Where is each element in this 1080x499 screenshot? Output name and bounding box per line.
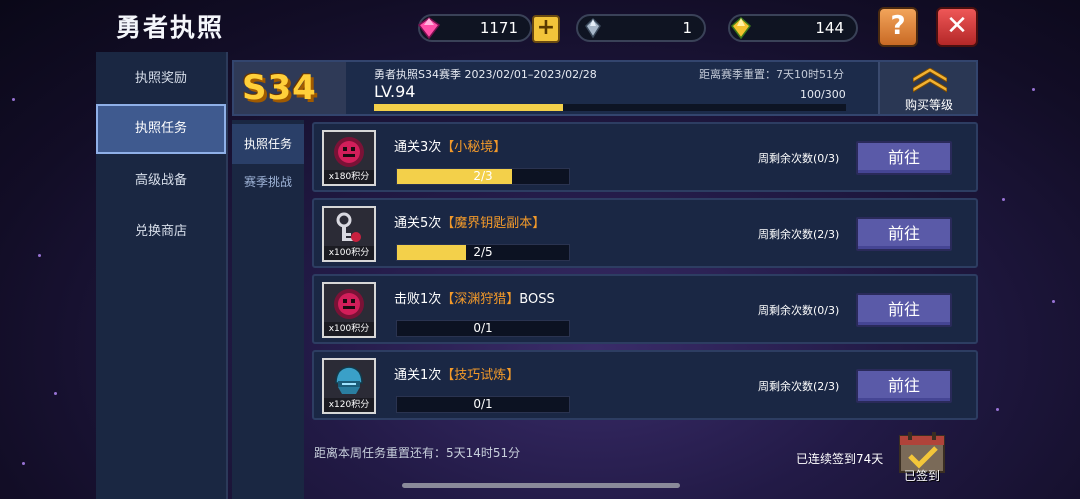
task-description: 通关5次【魔界钥匙副本】 [394,212,545,231]
gold-gem-icon [730,17,752,39]
star-decoration [996,408,999,411]
double-chevron-up-icon [913,68,947,93]
task-progress-bar: 2/3 [396,168,570,185]
sidebar: 执照奖励 执照任务 高级战备 兑换商店 [96,52,228,499]
task-action-text: 通关3次 [394,140,442,155]
task-progress-text: 0/1 [473,397,493,411]
task-progress-bar: 0/1 [396,396,570,413]
task-target-text: 【小秘境】 [441,140,507,155]
task-progress-bar: 2/5 [396,244,570,261]
star-decoration [1002,198,1005,201]
subtab-season-challenge[interactable]: 赛季挑战 [232,162,304,202]
key-icon [336,212,361,242]
star-decoration [1052,300,1055,303]
star-decoration [22,462,25,465]
task-action-text: 通关5次 [394,216,442,231]
buy-level-button[interactable]: 购买等级 [878,62,976,114]
task-action-text: 击败1次 [394,292,442,307]
task-action-text: 通关1次 [394,368,442,383]
task-row: x120积分 通关1次【技巧试炼】 0/1 周剩余次数(2/3) 前往 [312,350,978,420]
task-weekly-remaining: 周剩余次数(0/3) [758,152,840,165]
task-reward-icon: x100积分 [322,282,376,338]
home-indicator[interactable] [402,483,680,488]
task-points: x100积分 [324,246,374,260]
red-monster-icon [334,137,364,167]
star-decoration [1032,88,1035,91]
close-button[interactable]: ✕ [936,7,978,47]
star-decoration [38,254,41,257]
season-badge: S34 [234,62,346,114]
task-target-text: 【技巧试炼】 [441,368,520,383]
task-description: 通关1次【技巧试炼】 [394,364,519,383]
buy-level-label: 购买等级 [904,98,953,112]
checkin-button[interactable]: 已签到 [896,430,948,484]
page-title: 勇者执照 [116,13,225,42]
go-button[interactable]: 前往 [856,217,952,251]
red-monster-icon [334,289,364,319]
task-points: x180积分 [324,170,374,184]
crystal-count: 1 [682,19,692,37]
task-weekly-remaining: 周剩余次数(2/3) [758,380,840,393]
level-xp: 100/300 [800,88,846,101]
task-suffix-text: BOSS [519,292,555,307]
task-progress-text: 2/3 [473,169,493,183]
crystal-counter: 1 [576,14,706,42]
weekly-reset-countdown: 距离本周任务重置还有：5天14时51分 [314,446,521,460]
task-progress-text: 0/1 [473,321,493,335]
task-target-text: 【深渊狩猎】 [441,292,520,307]
blue-helmet-icon [335,366,363,394]
add-gems-button[interactable]: + [532,15,560,43]
level-progress-bar [374,104,846,111]
sidebar-item-license-rewards[interactable]: 执照奖励 [96,54,226,104]
gem-counter: 1171 [418,14,532,42]
task-weekly-remaining: 周剩余次数(0/3) [758,304,840,317]
task-reward-icon: x180积分 [322,130,376,186]
star-decoration [12,98,15,101]
help-button[interactable]: ? [878,7,918,47]
go-button[interactable]: 前往 [856,293,952,327]
season-name-dates: 勇者执照S34赛季 2023/02/01–2023/02/28 [374,68,597,81]
sidebar-item-advanced-prep[interactable]: 高级战备 [96,156,226,206]
gold-counter: 144 [728,14,858,42]
task-row: x100积分 通关5次【魔界钥匙副本】 2/5 周剩余次数(2/3) 前往 [312,198,978,268]
task-points: x120积分 [324,398,374,412]
crystal-icon [585,17,601,39]
task-description: 通关3次【小秘境】 [394,136,506,155]
subtab-license-tasks[interactable]: 执照任务 [232,124,304,164]
star-decoration [54,392,57,395]
gold-count: 144 [815,19,844,37]
task-progress-text: 2/5 [473,245,493,259]
license-level: LV.94 [374,82,416,101]
task-reward-icon: x100积分 [322,206,376,262]
level-progress-fill [374,104,563,111]
season-reset-countdown: 距离赛季重置：7天10时51分 [699,68,844,81]
task-progress-bar: 0/1 [396,320,570,337]
sidebar-item-exchange-shop[interactable]: 兑换商店 [96,207,226,257]
sidebar-item-license-tasks[interactable]: 执照任务 [96,104,226,154]
checkin-streak: 已连续签到74天 [796,452,884,466]
task-row: x100积分 击败1次【深渊狩猎】BOSS 0/1 周剩余次数(0/3) 前往 [312,274,978,344]
season-number: S34 [242,68,317,108]
subtab-list: 执照任务 赛季挑战 [232,120,304,499]
checkin-label: 已签到 [903,469,940,483]
gem-count: 1171 [479,19,518,37]
season-header: S34 勇者执照S34赛季 2023/02/01–2023/02/28 距离赛季… [232,60,978,116]
go-button[interactable]: 前往 [856,141,952,175]
task-description: 击败1次【深渊狩猎】BOSS [394,288,555,307]
task-target-text: 【魔界钥匙副本】 [441,216,546,231]
task-row: x180积分 通关3次【小秘境】 2/3 周剩余次数(0/3) 前往 [312,122,978,192]
pink-gem-icon [418,17,440,39]
task-points: x100积分 [324,322,374,336]
task-weekly-remaining: 周剩余次数(2/3) [758,228,840,241]
task-reward-icon: x120积分 [322,358,376,414]
go-button[interactable]: 前往 [856,369,952,403]
